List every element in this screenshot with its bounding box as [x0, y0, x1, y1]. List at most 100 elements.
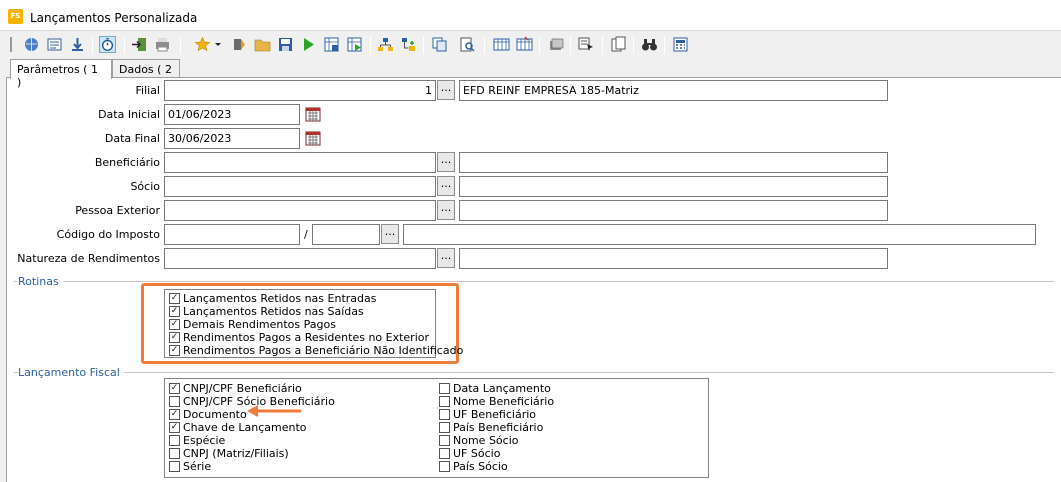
binoculars-icon[interactable]: [641, 36, 658, 53]
calendar-icon[interactable]: [305, 130, 321, 146]
pessoa-exterior-lookup-button[interactable]: ...: [437, 200, 455, 220]
fiscal-field-item[interactable]: Nome Sócio: [439, 434, 518, 447]
beneficiario-code-input[interactable]: [164, 152, 436, 173]
pessoa-exterior-label: Pessoa Exterior: [75, 204, 160, 217]
fiscal-field-item[interactable]: País Beneficiário: [439, 421, 543, 434]
tab-parametros[interactable]: Parâmetros ( 1 ): [10, 59, 112, 89]
printer-icon[interactable]: [154, 36, 171, 53]
calendar-icon[interactable]: [305, 106, 321, 122]
checkbox-checked[interactable]: ✓: [169, 408, 180, 420]
rotinas-checklist: ✓ Lançamentos Retidos nas Entradas ✓ Lança…: [164, 289, 463, 358]
select-cursor-icon[interactable]: [578, 36, 595, 53]
rotinas-title: Rotinas: [18, 275, 63, 288]
rotina-item[interactable]: ✓ Rendimentos Pagos a Beneficiário Não Id…: [169, 344, 463, 357]
pages-icon[interactable]: [610, 36, 627, 53]
checkbox-unchecked[interactable]: [169, 447, 180, 459]
copy-icon[interactable]: [431, 36, 448, 53]
checkbox-unchecked[interactable]: [439, 382, 450, 394]
grid-run-icon[interactable]: [346, 36, 363, 53]
checkbox-unchecked[interactable]: [439, 395, 450, 407]
beneficiario-label: Beneficiário: [94, 156, 160, 169]
filial-lookup-button[interactable]: ...: [437, 80, 455, 100]
socio-label: Sócio: [130, 180, 160, 193]
fiscal-field-item[interactable]: Data Lançamento: [439, 382, 551, 395]
fiscal-field-item[interactable]: Nome Beneficiário: [439, 395, 554, 408]
codigo-imposto-lookup-button[interactable]: ...: [381, 224, 399, 244]
rotina-item[interactable]: ✓ Demais Rendimentos Pagos: [169, 318, 336, 331]
tag-icon[interactable]: [231, 36, 248, 53]
chevron-down-icon[interactable]: [213, 36, 223, 53]
calculator-icon[interactable]: [672, 36, 689, 53]
rotina-item[interactable]: ✓ Lançamentos Retidos nas Saídas: [169, 305, 364, 318]
fiscal-field-item[interactable]: País Sócio: [439, 460, 508, 473]
toolbar-separator: [124, 36, 125, 54]
fiscal-field-item[interactable]: CNPJ (Matriz/Filiais): [169, 447, 289, 460]
checkbox-unchecked[interactable]: [169, 434, 180, 446]
checkbox-unchecked[interactable]: [169, 460, 180, 472]
beneficiario-lookup-button[interactable]: ...: [437, 152, 455, 172]
play-icon[interactable]: [300, 36, 317, 53]
download-icon[interactable]: [69, 36, 86, 53]
toolbar-separator: [370, 36, 371, 54]
data-inicial-input[interactable]: 01/06/2023: [164, 104, 300, 125]
toolbar-separator: [423, 36, 424, 54]
checkbox-checked[interactable]: ✓: [169, 331, 180, 343]
checkbox-unchecked[interactable]: [439, 421, 450, 433]
toolbar-separator: [664, 36, 665, 54]
checkbox-unchecked[interactable]: [439, 434, 450, 446]
socio-code-input[interactable]: [164, 176, 436, 197]
fiscal-field-item[interactable]: Série: [169, 460, 211, 473]
tree-add-icon[interactable]: [400, 36, 417, 53]
exit-icon[interactable]: [131, 36, 148, 53]
lancamento-fiscal-checklist: ✓ CNPJ/CPF Beneficiário CNPJ/CPF Sócio Be…: [164, 378, 709, 478]
fiscal-field-item[interactable]: UF Sócio: [439, 447, 500, 460]
globe-icon[interactable]: [23, 36, 40, 53]
codigo-imposto-variacao-input[interactable]: [312, 224, 380, 245]
columns-icon[interactable]: [493, 36, 510, 53]
socio-lookup-button[interactable]: ...: [437, 176, 455, 196]
columns-edit-icon[interactable]: [516, 36, 533, 53]
checkbox-checked[interactable]: ✓: [169, 382, 180, 394]
rotinas-divider: [14, 281, 1054, 282]
fiscal-field-item[interactable]: ✓ CNPJ/CPF Beneficiário: [169, 382, 302, 395]
checkbox-unchecked[interactable]: [439, 408, 450, 420]
data-inicial-label: Data Inicial: [98, 108, 160, 121]
fiscal-field-item[interactable]: UF Beneficiário: [439, 408, 536, 421]
tab-dados[interactable]: Dados ( 2 ): [112, 59, 180, 89]
stopwatch-icon[interactable]: [99, 36, 116, 53]
checkbox-unchecked[interactable]: [169, 395, 180, 407]
form-icon[interactable]: [46, 36, 63, 53]
fiscal-field-item[interactable]: Espécie: [169, 434, 225, 447]
checkbox-unchecked[interactable]: [439, 447, 450, 459]
toolbar-separator: [484, 36, 485, 54]
rotina-item[interactable]: ✓ Lançamentos Retidos nas Entradas: [169, 292, 376, 305]
toolbar-separator: [602, 36, 603, 54]
data-final-input[interactable]: 30/06/2023: [164, 128, 300, 149]
rotina-item[interactable]: ✓ Rendimentos Pagos a Residentes no Exter…: [169, 331, 429, 344]
checkbox-checked[interactable]: ✓: [169, 318, 180, 330]
checkbox-checked[interactable]: ✓: [169, 292, 180, 304]
checkbox-checked[interactable]: ✓: [169, 421, 180, 433]
grid-save-icon[interactable]: [323, 36, 340, 53]
filial-code-input[interactable]: 1: [164, 80, 436, 101]
star-icon[interactable]: [194, 36, 211, 53]
save-icon[interactable]: [277, 36, 294, 53]
folder-icon[interactable]: [254, 36, 271, 53]
codigo-imposto-input[interactable]: [164, 224, 300, 245]
stack-icon[interactable]: [548, 36, 565, 53]
arrow-left-icon: [247, 405, 302, 417]
checkbox-checked[interactable]: ✓: [169, 305, 180, 317]
fiscal-field-item[interactable]: ✓ Chave de Lançamento: [169, 421, 307, 434]
tree-icon[interactable]: [377, 36, 394, 53]
natureza-rendimentos-code-input[interactable]: [164, 248, 436, 269]
toolbar-separator: [570, 36, 571, 54]
window-title: Lançamentos Personalizada: [30, 11, 198, 25]
preview-icon[interactable]: [459, 36, 476, 53]
pessoa-exterior-code-input[interactable]: [164, 200, 436, 221]
natureza-rendimentos-lookup-button[interactable]: ...: [437, 248, 455, 268]
checkbox-checked[interactable]: ✓: [169, 344, 180, 356]
checkbox-unchecked[interactable]: [439, 460, 450, 472]
fiscal-field-item[interactable]: ✓ Documento: [169, 408, 247, 421]
data-final-label: Data Final: [104, 132, 160, 145]
toolbar-separator: [539, 36, 540, 54]
